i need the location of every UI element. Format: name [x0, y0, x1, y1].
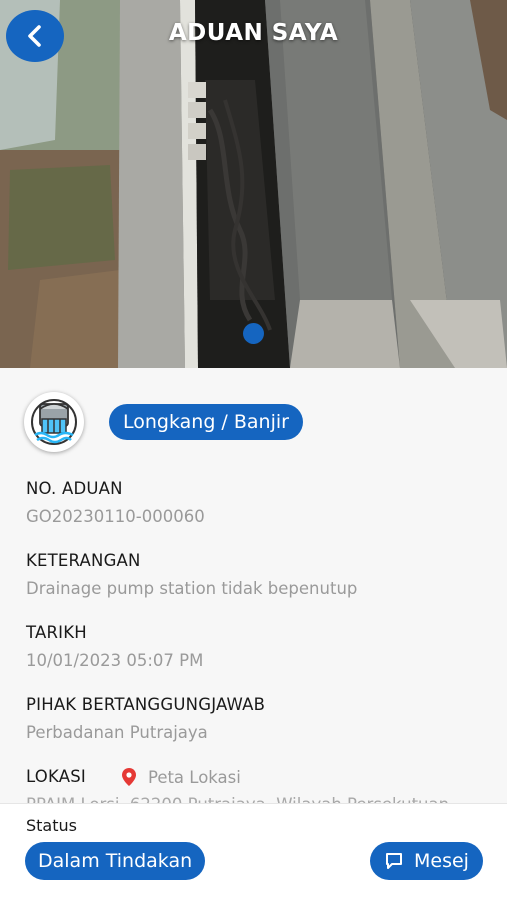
message-button[interactable]: Mesej [370, 842, 483, 880]
location-field: LOKASI Peta Lokasi PPAJM Lorsi, 62200 Pu… [26, 765, 487, 807]
category-chip: Longkang / Banjir [109, 404, 303, 440]
description-label: KETERANGAN [26, 551, 141, 570]
status-footer: Status Dalam Tindakan Mesej [0, 803, 507, 901]
location-label: LOKASI [26, 767, 86, 786]
carousel-indicator-dot[interactable] [243, 323, 264, 344]
complaint-photo[interactable]: ADUAN SAYA [0, 0, 507, 368]
complaint-no-value: GO20230110-000060 [26, 507, 205, 526]
message-button-label: Mesej [414, 850, 469, 872]
date-label: TARIKH [26, 623, 87, 642]
status-badge: Dalam Tindakan [25, 842, 206, 880]
page-title: ADUAN SAYA [168, 20, 339, 46]
date-field: TARIKH 10/01/2023 05:07 PM [26, 621, 487, 673]
category-row: Longkang / Banjir [24, 391, 303, 453]
responsible-field: PIHAK BERTANGGUNGJAWAB Perbadanan Putraj… [26, 693, 487, 745]
category-avatar [24, 392, 84, 452]
description-field: KETERANGAN Drainage pump station tidak b… [26, 549, 487, 601]
status-label: Status [26, 816, 77, 835]
date-value: 10/01/2023 05:07 PM [26, 651, 204, 670]
complaint-no-field: NO. ADUAN GO20230110-000060 [26, 477, 487, 529]
drain-flood-icon [31, 399, 77, 445]
complaint-no-label: NO. ADUAN [26, 479, 123, 498]
description-value: Drainage pump station tidak bepenutup [26, 579, 358, 598]
responsible-value: Perbadanan Putrajaya [26, 723, 208, 742]
map-location-label: Peta Lokasi [147, 767, 241, 787]
drain-photo-image [0, 0, 507, 368]
responsible-label: PIHAK BERTANGGUNGJAWAB [26, 695, 266, 714]
chat-bubble-icon [386, 853, 403, 869]
map-pin-icon [121, 768, 136, 786]
map-location-link[interactable]: Peta Lokasi [121, 767, 241, 787]
